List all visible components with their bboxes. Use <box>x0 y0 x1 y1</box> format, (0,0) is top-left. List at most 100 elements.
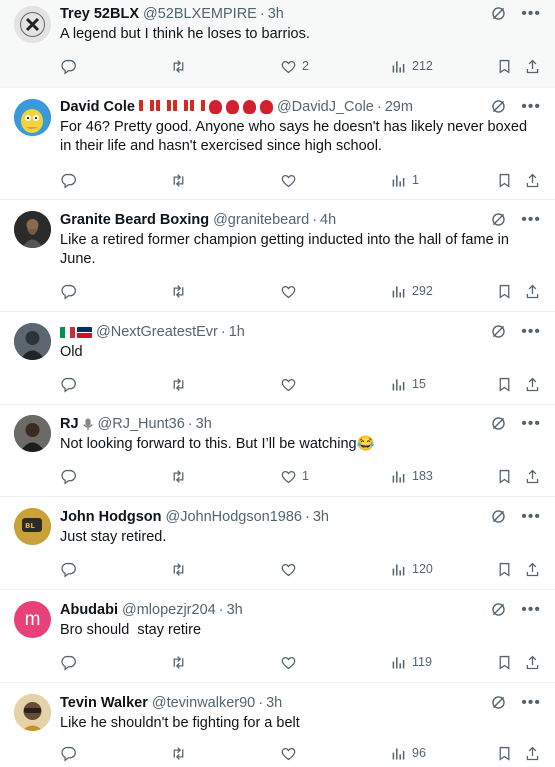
like-button[interactable]: 2 <box>280 56 309 76</box>
reply-button[interactable] <box>60 170 77 190</box>
grok-icon[interactable] <box>490 5 507 22</box>
avatar[interactable] <box>14 211 51 248</box>
display-name[interactable]: John Hodgson <box>60 508 162 526</box>
share-button[interactable] <box>524 56 541 76</box>
views-button[interactable]: 96 <box>390 743 426 763</box>
share-button[interactable] <box>524 652 541 672</box>
tweet[interactable]: Granite Beard Boxing @granitebeard · 4h … <box>0 200 555 312</box>
reply-button[interactable] <box>60 374 77 394</box>
display-name[interactable]: Tevin Walker <box>60 694 148 712</box>
reply-button[interactable] <box>60 652 77 672</box>
timestamp[interactable]: 1h <box>229 323 245 341</box>
avatar[interactable] <box>14 323 51 360</box>
user-handle[interactable]: @NextGreatestEvr <box>96 323 218 341</box>
retweet-button[interactable] <box>170 652 187 672</box>
more-icon[interactable]: ••• <box>521 98 541 114</box>
like-button[interactable] <box>280 374 302 394</box>
avatar[interactable]: m <box>14 601 51 638</box>
user-handle[interactable]: @52BLXEMPIRE <box>143 5 257 23</box>
like-button[interactable] <box>280 652 302 672</box>
views-button[interactable]: 15 <box>390 374 426 394</box>
bookmark-button[interactable] <box>496 652 513 672</box>
retweet-button[interactable] <box>170 466 187 486</box>
user-handle[interactable]: @mlopezjr204 <box>122 601 216 619</box>
more-icon[interactable]: ••• <box>521 508 541 524</box>
avatar[interactable]: BL <box>14 508 51 545</box>
more-icon[interactable]: ••• <box>521 601 541 617</box>
more-icon[interactable]: ••• <box>521 5 541 21</box>
tweet[interactable]: Trey 52BLX @52BLXEMPIRE · 3h ••• A legen… <box>0 0 555 88</box>
user-handle[interactable]: @tevinwalker90 <box>152 694 255 712</box>
user-handle[interactable]: @JohnHodgson1986 <box>166 508 302 526</box>
retweet-button[interactable] <box>170 374 187 394</box>
user-handle[interactable]: @granitebeard <box>213 211 309 229</box>
views-button[interactable]: 1 <box>390 170 419 190</box>
avatar[interactable] <box>14 6 51 43</box>
timestamp[interactable]: 4h <box>320 211 336 229</box>
views-button[interactable]: 120 <box>390 559 433 579</box>
share-button[interactable] <box>524 281 541 301</box>
bookmark-button[interactable] <box>496 466 513 486</box>
like-button[interactable] <box>280 281 302 301</box>
tweet[interactable]: RJ @RJ_Hunt36 · 3h ••• Not looking forwa… <box>0 405 555 497</box>
bookmark-button[interactable] <box>496 56 513 76</box>
grok-icon[interactable] <box>490 601 507 618</box>
bookmark-button[interactable] <box>496 170 513 190</box>
views-button[interactable]: 292 <box>390 281 433 301</box>
bookmark-button[interactable] <box>496 559 513 579</box>
more-icon[interactable]: ••• <box>521 211 541 227</box>
tweet[interactable]: BL John Hodgson @JohnHodgson1986 · 3h ••… <box>0 497 555 590</box>
share-button[interactable] <box>524 170 541 190</box>
timestamp[interactable]: 3h <box>227 601 243 619</box>
grok-icon[interactable] <box>490 508 507 525</box>
timestamp[interactable]: 3h <box>196 415 212 433</box>
share-button[interactable] <box>524 466 541 486</box>
reply-button[interactable] <box>60 466 77 486</box>
grok-icon[interactable] <box>490 694 507 711</box>
tweet[interactable]: m Abudabi @mlopezjr204 · 3h ••• Bro shou… <box>0 590 555 683</box>
display-name[interactable]: Abudabi <box>60 601 118 619</box>
display-name[interactable]: RJ <box>60 415 79 433</box>
grok-icon[interactable] <box>490 98 507 115</box>
bookmark-button[interactable] <box>496 374 513 394</box>
display-name[interactable]: Trey 52BLX <box>60 5 139 23</box>
like-button[interactable]: 1 <box>280 466 309 486</box>
avatar[interactable] <box>14 415 51 452</box>
views-button[interactable]: 183 <box>390 466 433 486</box>
grok-icon[interactable] <box>490 323 507 340</box>
reply-button[interactable] <box>60 743 77 763</box>
timestamp[interactable]: 3h <box>268 5 284 23</box>
reply-button[interactable] <box>60 281 77 301</box>
retweet-button[interactable] <box>170 559 187 579</box>
more-icon[interactable]: ••• <box>521 694 541 710</box>
grok-icon[interactable] <box>490 211 507 228</box>
retweet-button[interactable] <box>170 56 187 76</box>
retweet-button[interactable] <box>170 743 187 763</box>
display-name[interactable]: David Cole <box>60 98 135 116</box>
reply-button[interactable] <box>60 559 77 579</box>
views-button[interactable]: 212 <box>390 56 433 76</box>
timestamp[interactable]: 3h <box>266 694 282 712</box>
views-button[interactable]: 119 <box>390 652 432 672</box>
tweet[interactable]: @NextGreatestEvr · 1h ••• Old 15 <box>0 312 555 405</box>
retweet-button[interactable] <box>170 281 187 301</box>
share-button[interactable] <box>524 559 541 579</box>
timestamp[interactable]: 3h <box>313 508 329 526</box>
like-button[interactable] <box>280 743 302 763</box>
tweet[interactable]: Tevin Walker @tevinwalker90 · 3h ••• Lik… <box>0 683 555 767</box>
share-button[interactable] <box>524 743 541 763</box>
bookmark-button[interactable] <box>496 743 513 763</box>
reply-button[interactable] <box>60 56 77 76</box>
share-button[interactable] <box>524 374 541 394</box>
more-icon[interactable]: ••• <box>521 415 541 431</box>
grok-icon[interactable] <box>490 415 507 432</box>
retweet-button[interactable] <box>170 170 187 190</box>
user-handle[interactable]: @DavidJ_Cole <box>277 98 374 116</box>
like-button[interactable] <box>280 559 302 579</box>
user-handle[interactable]: @RJ_Hunt36 <box>98 415 185 433</box>
tweet[interactable]: David Cole @DavidJ_Cole · 29m ••• For 46… <box>0 88 555 200</box>
timestamp[interactable]: 29m <box>385 98 413 116</box>
avatar[interactable] <box>14 99 51 136</box>
display-name[interactable]: Granite Beard Boxing <box>60 211 209 229</box>
more-icon[interactable]: ••• <box>521 323 541 339</box>
